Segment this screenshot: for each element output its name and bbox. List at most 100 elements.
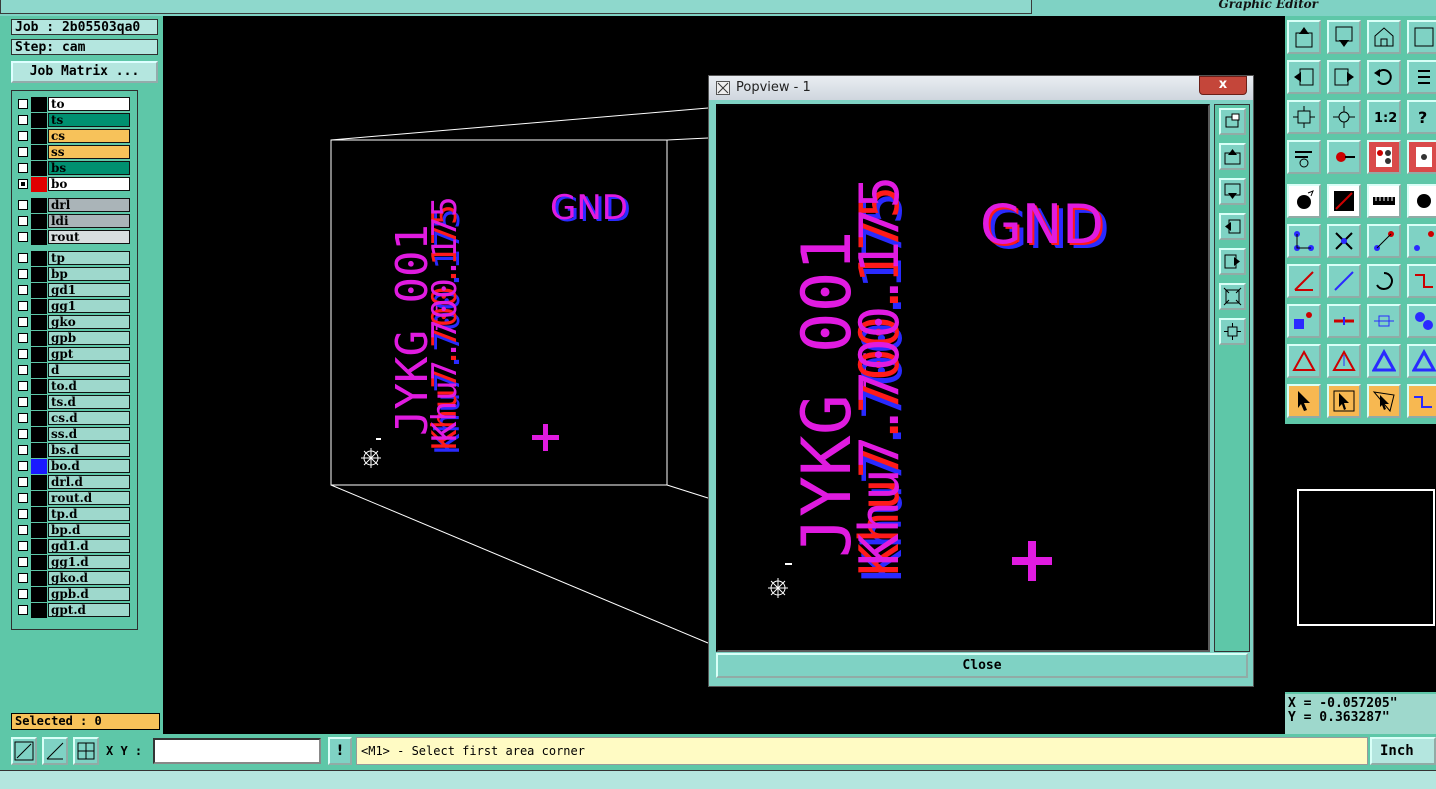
layer-row[interactable]: to: [15, 97, 133, 112]
move-left-icon[interactable]: [1287, 60, 1321, 94]
layer-name[interactable]: cs: [48, 129, 130, 143]
layer-checkbox[interactable]: [18, 253, 28, 263]
net-compare-icon[interactable]: [1407, 140, 1436, 174]
point-move-icon[interactable]: [1407, 224, 1436, 258]
layer-checkbox[interactable]: [18, 413, 28, 423]
layer-name[interactable]: gd1.d: [48, 539, 130, 553]
layer-color-swatch[interactable]: [31, 198, 47, 213]
window-close-button[interactable]: x: [1199, 76, 1247, 95]
layer-color-swatch[interactable]: [31, 113, 47, 128]
angle-icon[interactable]: [1287, 264, 1321, 298]
pan-right-button[interactable]: [1219, 248, 1246, 275]
point-to-point-icon[interactable]: [1367, 224, 1401, 258]
layer-row[interactable]: rout: [15, 230, 133, 245]
layer-checkbox[interactable]: [18, 179, 28, 189]
units-selector[interactable]: Inch: [1370, 737, 1436, 765]
zoom-extents-icon[interactable]: [1287, 100, 1321, 134]
ruler-icon[interactable]: [1367, 184, 1401, 218]
layer-color-swatch[interactable]: [31, 331, 47, 346]
polygon-icon[interactable]: [1287, 344, 1321, 378]
layer-checkbox[interactable]: [18, 589, 28, 599]
layer-row[interactable]: bo: [15, 177, 133, 192]
undo-zoom-icon[interactable]: [1367, 60, 1401, 94]
polygon-edit-icon[interactable]: [1407, 344, 1436, 378]
layer-checkbox[interactable]: [18, 147, 28, 157]
layer-name[interactable]: cs.d: [48, 411, 130, 425]
layer-row[interactable]: rout.d: [15, 491, 133, 506]
layer-row[interactable]: gd1: [15, 283, 133, 298]
layer-color-swatch[interactable]: [31, 555, 47, 570]
layer-color-swatch[interactable]: [31, 443, 47, 458]
layer-checkbox[interactable]: [18, 269, 28, 279]
layer-checkbox[interactable]: [18, 525, 28, 535]
layer-checkbox[interactable]: [18, 216, 28, 226]
layer-checkbox[interactable]: [18, 115, 28, 125]
layer-row[interactable]: to.d: [15, 379, 133, 394]
layer-row[interactable]: gpb.d: [15, 587, 133, 602]
layer-name[interactable]: ts.d: [48, 395, 130, 409]
layer-name[interactable]: bp.d: [48, 523, 130, 537]
layer-row[interactable]: ss: [15, 145, 133, 160]
cross-icon[interactable]: [1327, 224, 1361, 258]
grid-icon[interactable]: [73, 737, 99, 765]
layer-color-swatch[interactable]: [31, 395, 47, 410]
layer-checkbox[interactable]: [18, 317, 28, 327]
layer-row[interactable]: ldi: [15, 214, 133, 229]
layer-name[interactable]: gko.d: [48, 571, 130, 585]
center-pad-icon[interactable]: [1367, 304, 1401, 338]
layer-color-swatch[interactable]: [31, 363, 47, 378]
layer-row[interactable]: tp: [15, 251, 133, 266]
layer-color-swatch[interactable]: [31, 251, 47, 266]
layer-row[interactable]: ss.d: [15, 427, 133, 442]
layer-row[interactable]: bo.d: [15, 459, 133, 474]
layer-checkbox[interactable]: [18, 445, 28, 455]
layer-name[interactable]: gko: [48, 315, 130, 329]
layer-row[interactable]: ts: [15, 113, 133, 128]
layer-color-swatch[interactable]: [31, 299, 47, 314]
layer-row[interactable]: bs: [15, 161, 133, 176]
layer-color-swatch[interactable]: [31, 145, 47, 160]
layer-checkbox[interactable]: [18, 557, 28, 567]
layer-name[interactable]: bs.d: [48, 443, 130, 457]
layer-name[interactable]: ts: [48, 113, 130, 127]
layer-name[interactable]: to: [48, 97, 130, 111]
layer-checkbox[interactable]: [18, 232, 28, 242]
layer-color-swatch[interactable]: [31, 161, 47, 176]
layer-name[interactable]: gpb.d: [48, 587, 130, 601]
layer-color-swatch[interactable]: [31, 267, 47, 282]
layer-color-swatch[interactable]: [31, 539, 47, 554]
pan-down-button[interactable]: [1219, 178, 1246, 205]
layer-name[interactable]: d: [48, 363, 130, 377]
pan-up-button[interactable]: [1219, 143, 1246, 170]
ratio-1-2-icon[interactable]: 1:2: [1367, 100, 1401, 134]
select-arrow-icon[interactable]: [1287, 384, 1321, 418]
layer-row[interactable]: gpt: [15, 347, 133, 362]
layer-checkbox[interactable]: [18, 131, 28, 141]
upload-icon[interactable]: [1287, 20, 1321, 54]
layer-name[interactable]: tp: [48, 251, 130, 265]
help-icon[interactable]: ?: [1407, 100, 1436, 134]
layer-color-swatch[interactable]: [31, 523, 47, 538]
layer-row[interactable]: bp: [15, 267, 133, 282]
layer-row[interactable]: cs.d: [15, 411, 133, 426]
download-icon[interactable]: [1327, 20, 1361, 54]
layer-color-swatch[interactable]: [31, 347, 47, 362]
overview-map[interactable]: [1285, 424, 1436, 692]
probe-icon[interactable]: [1327, 140, 1361, 174]
layer-name[interactable]: ldi: [48, 214, 130, 228]
polygon-arrow-icon[interactable]: [1327, 344, 1361, 378]
layer-color-swatch[interactable]: [31, 97, 47, 112]
layer-row[interactable]: ts.d: [15, 395, 133, 410]
layer-name[interactable]: gpt.d: [48, 603, 130, 617]
layer-row[interactable]: d: [15, 363, 133, 378]
line-add-icon[interactable]: [1327, 184, 1361, 218]
layer-color-swatch[interactable]: [31, 475, 47, 490]
layer-color-swatch[interactable]: [31, 587, 47, 602]
popview-titlebar[interactable]: Popview - 1 x: [709, 76, 1253, 100]
layer-color-swatch[interactable]: [31, 230, 47, 245]
layer-row[interactable]: cs: [15, 129, 133, 144]
job-matrix-button[interactable]: Job Matrix ...: [11, 61, 158, 83]
xy-input[interactable]: [153, 738, 321, 764]
layer-row[interactable]: bs.d: [15, 443, 133, 458]
layer-color-swatch[interactable]: [31, 177, 47, 192]
